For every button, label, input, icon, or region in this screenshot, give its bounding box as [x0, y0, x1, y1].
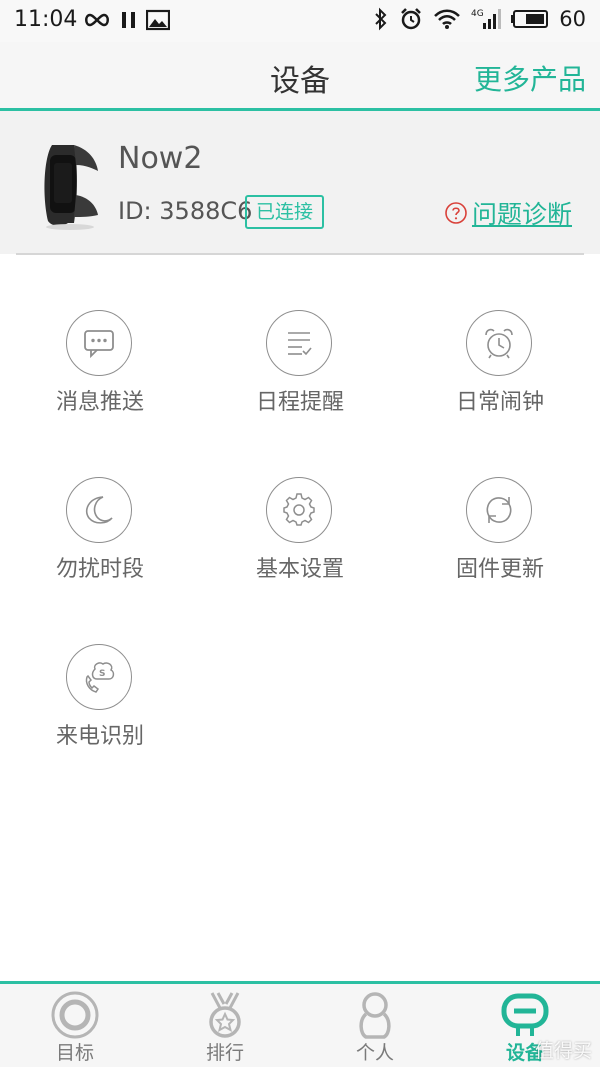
feature-schedule-reminder[interactable]: 日程提醒	[200, 310, 400, 460]
feature-caller-id[interactable]: S 来电识别	[0, 644, 200, 794]
alarm-status-icon	[401, 8, 422, 30]
battery-level: 60	[559, 7, 586, 31]
nav-item-ranking[interactable]: 排行	[150, 984, 300, 1067]
status-time: 11:04	[14, 7, 78, 32]
feature-message-push[interactable]: 消息推送	[0, 310, 200, 460]
feature-daily-alarm[interactable]: 日常闹钟	[400, 310, 600, 460]
schedule-icon	[266, 310, 332, 376]
device-page: 11:04 4G 60 设备 更多产品 Now2 ID: 3588C6 已连接 …	[0, 0, 600, 1067]
alarm-clock-icon	[466, 310, 532, 376]
refresh-icon	[466, 477, 532, 543]
moon-icon	[66, 477, 132, 543]
message-icon	[66, 310, 132, 376]
feature-firmware-update[interactable]: 固件更新	[400, 477, 600, 627]
device-id: ID: 3588C6	[118, 197, 253, 225]
bottom-nav: 目标 排行 个人 设备	[0, 984, 600, 1067]
nav-item-personal[interactable]: 个人	[300, 984, 450, 1067]
feature-do-not-disturb[interactable]: 勿扰时段	[0, 477, 200, 627]
nav-item-target[interactable]: 目标	[0, 984, 150, 1067]
diagnose-label: 问题诊断	[471, 200, 572, 229]
status-bar: 11:04 4G 60	[0, 0, 600, 42]
band-icon	[501, 993, 549, 1036]
bluetooth-icon	[375, 7, 387, 31]
card-divider	[16, 253, 584, 255]
phone-call-icon: S	[66, 644, 132, 710]
feature-label: 消息推送	[55, 390, 144, 415]
connection-status-badge: 已连接	[245, 195, 325, 229]
status-right-icons: 4G 60	[373, 7, 586, 31]
feature-label: 日常闹钟	[455, 390, 544, 415]
nav-label: 目标	[55, 1042, 94, 1064]
feature-basic-settings[interactable]: 基本设置	[200, 477, 400, 627]
feature-label: 固件更新	[455, 557, 544, 582]
diagnose-link[interactable]: 问题诊断	[444, 195, 572, 231]
more-products-button[interactable]: 更多产品	[474, 58, 586, 98]
target-icon	[51, 991, 99, 1039]
nav-label: 排行	[205, 1042, 244, 1064]
gear-icon	[266, 477, 332, 543]
feature-label: 来电识别	[55, 724, 144, 749]
person-icon	[359, 992, 391, 1039]
infinity-icon	[85, 13, 109, 27]
feature-label: 勿扰时段	[55, 557, 144, 582]
medal-icon	[209, 992, 241, 1038]
signal-icon: 4G	[471, 9, 502, 29]
battery-icon	[511, 10, 549, 28]
question-circle-icon	[445, 202, 467, 224]
watermark: 值得买	[534, 1040, 592, 1062]
pause-icon	[122, 12, 135, 28]
wifi-icon	[434, 9, 461, 29]
nav-label: 个人	[355, 1042, 394, 1064]
svg-text:S: S	[99, 669, 105, 679]
feature-label: 基本设置	[255, 557, 344, 582]
status-left-icons	[82, 9, 170, 31]
feature-label: 日程提醒	[255, 390, 344, 415]
band-device-image	[44, 145, 98, 230]
image-icon	[146, 9, 170, 31]
svg-text:4G: 4G	[471, 9, 484, 19]
app-header: 设备 更多产品	[0, 42, 600, 108]
device-name: Now2	[118, 141, 203, 176]
device-card[interactable]: Now2 ID: 3588C6 已连接 问题诊断	[0, 111, 600, 254]
